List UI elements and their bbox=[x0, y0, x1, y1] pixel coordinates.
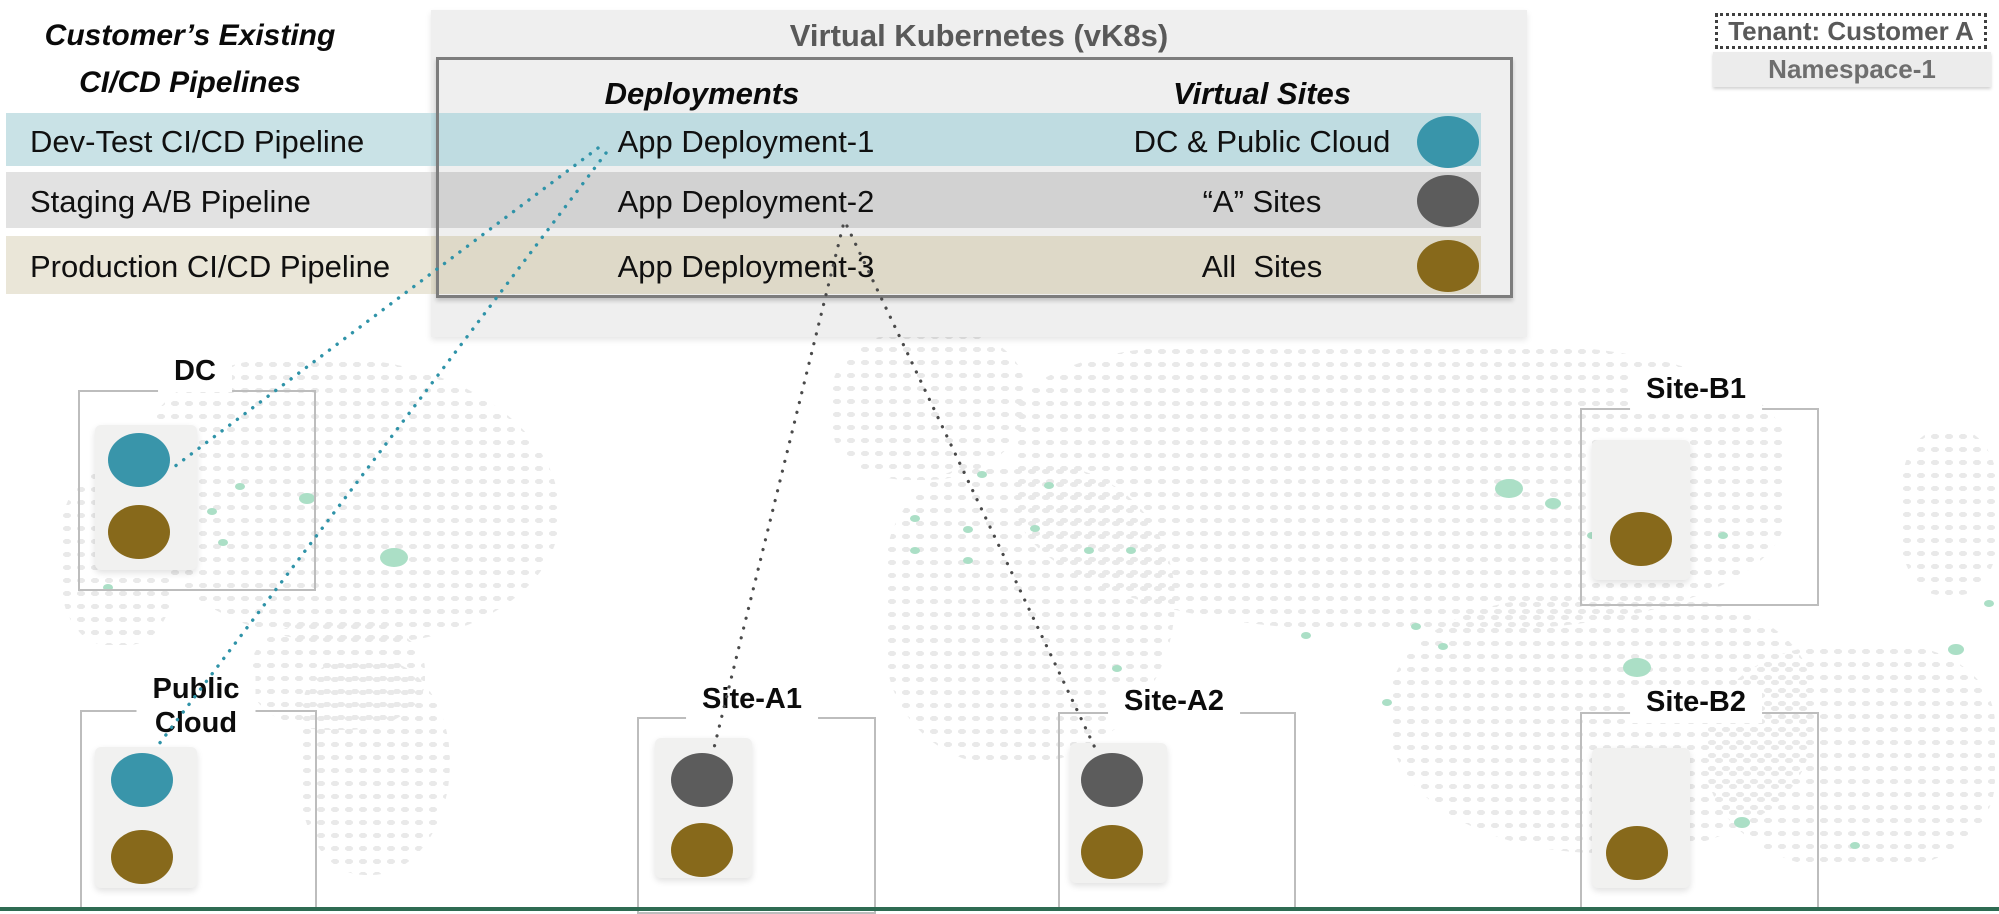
vk8s-panel-title: Virtual Kubernetes (vK8s) bbox=[431, 18, 1527, 54]
namespace-badge: Namespace-1 bbox=[1713, 52, 1991, 87]
public-cloud-label-line2: Cloud bbox=[152, 706, 239, 740]
deployment-1-color-dot bbox=[1417, 116, 1479, 168]
site-label-site-b1: Site-B1 bbox=[1630, 372, 1762, 410]
pipeline-label-production: Production CI/CD Pipeline bbox=[30, 249, 390, 285]
left-title-line1: Customer’s Existing bbox=[45, 19, 336, 52]
site-label-site-b2: Site-B2 bbox=[1630, 685, 1762, 723]
site-label-dc: DC bbox=[158, 354, 232, 392]
virtual-sites-3-label: All Sites bbox=[1090, 249, 1434, 285]
virtual-sites-column-header: Virtual Sites bbox=[1112, 76, 1412, 112]
bottom-rule bbox=[0, 907, 1999, 911]
site-a1-olive-dot bbox=[671, 823, 733, 877]
site-a1-gray-dot bbox=[671, 753, 733, 807]
public-cloud-teal-dot bbox=[111, 753, 173, 807]
virtual-sites-2-label: “A” Sites bbox=[1090, 184, 1434, 220]
site-label-site-a1: Site-A1 bbox=[686, 682, 818, 720]
site-label-public-cloud: Public Cloud bbox=[136, 672, 255, 744]
public-cloud-olive-dot bbox=[111, 830, 173, 884]
site-label-site-a2: Site-A2 bbox=[1108, 684, 1240, 722]
left-title-line2: CI/CD Pipelines bbox=[79, 66, 301, 99]
deployment-3-color-dot bbox=[1417, 240, 1479, 292]
left-panel-title: Customer’s Existing CI/CD Pipelines bbox=[40, 12, 340, 106]
pipeline-label-staging: Staging A/B Pipeline bbox=[30, 184, 311, 220]
deployment-3-label: App Deployment-3 bbox=[560, 249, 932, 285]
deployment-2-label: App Deployment-2 bbox=[560, 184, 932, 220]
deployments-column-header: Deployments bbox=[552, 76, 852, 112]
deployment-2-color-dot bbox=[1417, 175, 1479, 227]
pipeline-label-dev-test: Dev-Test CI/CD Pipeline bbox=[30, 124, 364, 160]
virtual-sites-1-label: DC & Public Cloud bbox=[1090, 124, 1434, 160]
site-b1-olive-dot bbox=[1610, 512, 1672, 566]
deployment-1-label: App Deployment-1 bbox=[560, 124, 932, 160]
tenant-badge: Tenant: Customer A bbox=[1715, 13, 1987, 49]
dc-teal-dot bbox=[108, 433, 170, 487]
tenant-label: Tenant: Customer A bbox=[1728, 16, 1974, 47]
site-a2-gray-dot bbox=[1081, 753, 1143, 807]
dc-olive-dot bbox=[108, 505, 170, 559]
site-a2-olive-dot bbox=[1081, 825, 1143, 879]
site-b2-olive-dot bbox=[1606, 826, 1668, 880]
public-cloud-label-line1: Public bbox=[152, 672, 239, 706]
diagram-canvas: Customer’s Existing CI/CD Pipelines Virt… bbox=[0, 0, 1999, 914]
namespace-label: Namespace-1 bbox=[1768, 54, 1936, 85]
